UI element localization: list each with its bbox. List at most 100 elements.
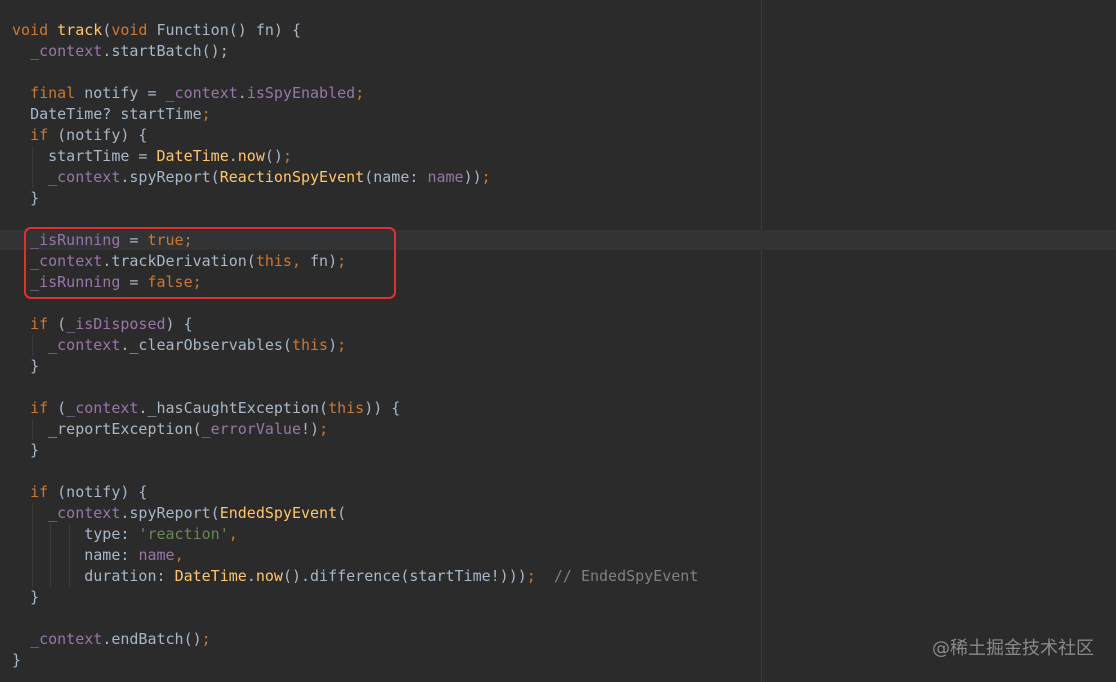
code-token-plain: () xyxy=(264,147,283,165)
code-token-function: DateTime xyxy=(156,147,229,165)
code-token-plain: ._hasCaughtException( xyxy=(138,399,329,417)
code-line[interactable]: type: 'reaction', xyxy=(12,524,698,545)
code-token-plain: . xyxy=(228,147,238,165)
code-line[interactable]: } xyxy=(12,188,698,209)
code-token-function: DateTime xyxy=(174,567,247,585)
code-token-plain: !) xyxy=(301,420,320,438)
code-token-plain: . xyxy=(237,84,247,102)
code-line[interactable]: _context.endBatch(); xyxy=(12,629,698,650)
code-token-plain: ( xyxy=(102,21,112,39)
indentation xyxy=(12,168,48,186)
highlight-annotation-box xyxy=(24,227,396,299)
code-token-plain: Function() fn) { xyxy=(156,21,302,39)
code-token-plain: } xyxy=(30,441,40,459)
indent-guide xyxy=(50,545,51,566)
code-token-plain: name: xyxy=(84,546,139,564)
code-token-plain: ( xyxy=(57,399,67,417)
code-token-field: _context xyxy=(66,399,139,417)
code-line[interactable]: startTime = DateTime.now(); xyxy=(12,146,698,167)
code-token-keyword: void xyxy=(111,21,157,39)
code-token-keyword: ; xyxy=(337,336,347,354)
code-line[interactable] xyxy=(12,461,698,482)
code-token-plain: )) xyxy=(463,168,482,186)
code-block[interactable]: void track(void Function() fn) { _contex… xyxy=(12,20,698,671)
code-token-function: ReactionSpyEvent xyxy=(219,168,365,186)
indentation xyxy=(12,315,30,333)
indentation xyxy=(12,588,30,606)
code-token-keyword: ; xyxy=(526,567,536,585)
code-line[interactable]: void track(void Function() fn) { xyxy=(12,20,698,41)
code-token-plain: type: xyxy=(84,525,139,543)
indentation xyxy=(12,504,48,522)
code-line[interactable]: _context.startBatch(); xyxy=(12,41,698,62)
code-line[interactable] xyxy=(12,608,698,629)
indentation xyxy=(12,441,30,459)
code-line[interactable]: _context.spyReport(ReactionSpyEvent(name… xyxy=(12,167,698,188)
code-line[interactable]: if (notify) { xyxy=(12,125,698,146)
code-token-keyword: this xyxy=(291,336,329,354)
indent-guide xyxy=(32,566,33,587)
code-token-plain: DateTime? startTime xyxy=(30,105,202,123)
code-line[interactable]: } xyxy=(12,356,698,377)
code-line[interactable]: name: name, xyxy=(12,545,698,566)
code-token-plain: (notify) { xyxy=(57,126,148,144)
code-token-field: _context xyxy=(48,168,121,186)
code-token-keyword: ; xyxy=(282,147,292,165)
code-token-plain: .endBatch() xyxy=(102,630,202,648)
code-token-plain: ( xyxy=(337,504,347,522)
code-token-keyword: if xyxy=(30,315,58,333)
code-token-function: track xyxy=(57,21,103,39)
indentation xyxy=(12,630,30,648)
code-line[interactable]: _context.spyReport(EndedSpyEvent( xyxy=(12,503,698,524)
indentation xyxy=(12,126,30,144)
code-token-function: now xyxy=(237,147,265,165)
code-token-keyword: ; xyxy=(481,168,491,186)
code-token-field: _context xyxy=(48,504,121,522)
code-token-function: EndedSpyEvent xyxy=(219,504,338,522)
code-token-function: now xyxy=(255,567,283,585)
code-token-plain: } xyxy=(30,588,40,606)
code-line[interactable]: if (_context._hasCaughtException(this)) … xyxy=(12,398,698,419)
code-token-keyword: ; xyxy=(201,105,211,123)
code-line[interactable]: _reportException(_errorValue!); xyxy=(12,419,698,440)
code-line[interactable]: } xyxy=(12,440,698,461)
code-line[interactable]: DateTime? startTime; xyxy=(12,104,698,125)
code-editor[interactable]: void track(void Function() fn) { _contex… xyxy=(0,0,1116,682)
indentation xyxy=(12,420,48,438)
code-token-plain: ().difference(startTime!))) xyxy=(282,567,527,585)
code-token-comment: // EndedSpyEvent xyxy=(553,567,699,585)
code-token-keyword: final xyxy=(30,84,85,102)
code-line[interactable] xyxy=(12,377,698,398)
indent-guide xyxy=(32,524,33,545)
code-token-plain: startTime = xyxy=(48,147,157,165)
code-line[interactable]: if (_isDisposed) { xyxy=(12,314,698,335)
indent-guide xyxy=(32,167,33,188)
code-line[interactable]: } xyxy=(12,650,698,671)
indentation xyxy=(12,525,84,543)
watermark: @稀土掘金技术社区 xyxy=(932,638,1094,659)
code-line[interactable]: } xyxy=(12,587,698,608)
code-line[interactable] xyxy=(12,62,698,83)
indentation xyxy=(12,483,30,501)
code-token-plain: ( xyxy=(57,315,67,333)
code-token-plain: )) { xyxy=(364,399,401,417)
code-token-plain: ._clearObservables( xyxy=(120,336,292,354)
code-line[interactable]: if (notify) { xyxy=(12,482,698,503)
indent-guide xyxy=(50,524,51,545)
code-line[interactable]: _context._clearObservables(this); xyxy=(12,335,698,356)
indentation xyxy=(12,105,30,123)
code-line[interactable]: final notify = _context.isSpyEnabled; xyxy=(12,83,698,104)
indentation xyxy=(12,147,48,165)
indentation xyxy=(12,189,30,207)
code-token-keyword: , xyxy=(228,525,238,543)
code-token-keyword: void xyxy=(12,21,58,39)
code-token-plain: ) xyxy=(328,336,338,354)
code-token-plain: .spyReport( xyxy=(120,168,220,186)
code-line[interactable]: duration: DateTime.now().difference(star… xyxy=(12,566,698,587)
code-token-field: _context xyxy=(165,84,238,102)
code-token-field: name xyxy=(427,168,464,186)
indentation xyxy=(12,399,30,417)
indent-guide xyxy=(32,146,33,167)
code-token-keyword: if xyxy=(30,399,58,417)
